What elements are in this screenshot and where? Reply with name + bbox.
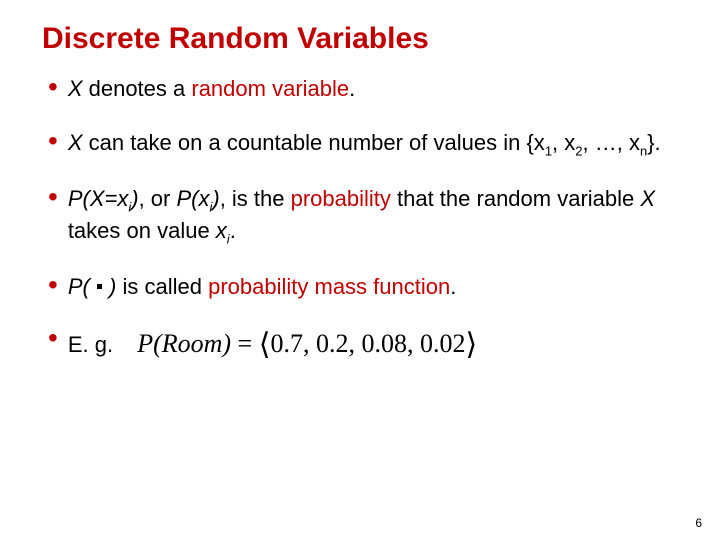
text: is called xyxy=(116,274,208,299)
text: }. xyxy=(647,130,660,155)
expr: P(x xyxy=(176,186,209,211)
var-x: X xyxy=(68,130,83,155)
equation: P(Room) = ⟨0.7, 0.2, 0.08, 0.02⟩ xyxy=(137,329,477,358)
eg-label: E. g. xyxy=(68,332,113,357)
term-pmf: probability mass function xyxy=(208,274,450,299)
text: . xyxy=(230,218,236,243)
text: , x xyxy=(552,130,575,155)
text: . xyxy=(450,274,456,299)
bullet-4-text: P( ) is called probability mass function… xyxy=(68,272,457,302)
bullet-dot-icon: • xyxy=(48,130,58,152)
bullet-3: • P(X=xi), or P(xi), is the probability … xyxy=(48,184,680,248)
var-xi: x xyxy=(216,218,227,243)
bullet-1-text: X denotes a random variable. xyxy=(68,74,355,104)
eq-equals: = xyxy=(231,329,259,358)
bullet-5-text: E. g. P(Room) = ⟨0.7, 0.2, 0.08, 0.02⟩ xyxy=(68,325,477,366)
bullet-dot-icon: • xyxy=(48,186,58,208)
placeholder-dot-icon xyxy=(97,284,102,289)
bullet-dot-icon: • xyxy=(48,274,58,296)
text: , or xyxy=(139,186,177,211)
angle-bracket-left-icon: ⟨ xyxy=(259,328,271,361)
subscript: 1 xyxy=(545,143,552,158)
eq-values: 0.7, 0.2, 0.08, 0.02 xyxy=(270,329,465,358)
expr: ) xyxy=(103,274,116,299)
text: . xyxy=(349,76,355,101)
bullet-3-text: P(X=xi), or P(xi), is the probability th… xyxy=(68,184,680,248)
bullet-1: • X denotes a random variable. xyxy=(48,74,680,104)
slide-title: Discrete Random Variables xyxy=(0,0,720,56)
expr: ) xyxy=(212,186,219,211)
expr: P(X=x xyxy=(68,186,129,211)
eq-lhs: P(Room) xyxy=(137,329,231,358)
text: that the random variable xyxy=(391,186,640,211)
text: takes on value xyxy=(68,218,216,243)
term-probability: probability xyxy=(291,186,391,211)
text: , …, x xyxy=(583,130,640,155)
bullet-dot-icon: • xyxy=(48,327,58,349)
bullet-5: • E. g. P(Room) = ⟨0.7, 0.2, 0.08, 0.02⟩ xyxy=(48,325,680,366)
expr: ) xyxy=(131,186,138,211)
expr: P( xyxy=(68,274,96,299)
bullet-dot-icon: • xyxy=(48,76,58,98)
subscript: 2 xyxy=(575,143,582,158)
var-x: X xyxy=(640,186,655,211)
bullet-4: • P( ) is called probability mass functi… xyxy=(48,272,680,302)
slide-content: • X denotes a random variable. • X can t… xyxy=(0,56,720,366)
term-random-variable: random variable xyxy=(191,76,349,101)
text: denotes a xyxy=(83,76,192,101)
angle-bracket-right-icon: ⟩ xyxy=(465,328,477,361)
var-x: X xyxy=(68,76,83,101)
text: , is the xyxy=(220,186,291,211)
text: can take on a countable number of values… xyxy=(83,130,545,155)
page-number: 6 xyxy=(695,516,702,530)
bullet-2: • X can take on a countable number of va… xyxy=(48,128,680,160)
bullet-2-text: X can take on a countable number of valu… xyxy=(68,128,661,160)
